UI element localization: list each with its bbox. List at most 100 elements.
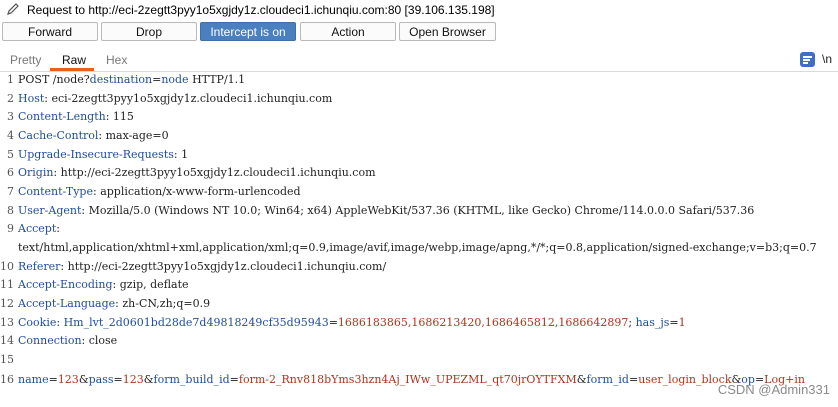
header-key: Accept xyxy=(18,222,57,235)
header-value: : http://eci-2zegtt3pyy1o5xgjdy1z.cloude… xyxy=(60,260,387,273)
editor-line: 8 User-Agent: Mozilla/5.0 (Windows NT 10… xyxy=(0,203,838,220)
pencil-icon xyxy=(7,3,19,15)
equals: = xyxy=(328,316,338,329)
header-value: : http://eci-2zegtt3pyy1o5xgjdy1z.cloude… xyxy=(53,166,376,179)
action-button[interactable]: Action xyxy=(300,22,396,41)
editor-line: 15 xyxy=(0,352,838,369)
line-number: 7 xyxy=(7,185,14,198)
editor-line: 9 Accept: xyxy=(0,221,838,238)
editor-line: 7 Content-Type: application/x-www-form-u… xyxy=(0,184,838,201)
editor-line: 13 Cookie: Hm_lvt_2d0601bd28de7d49818249… xyxy=(0,315,838,332)
line-number: 12 xyxy=(0,297,14,310)
body-param-key: name xyxy=(18,373,49,386)
request-method-path: POST /node? xyxy=(18,73,90,86)
editor-line: 16 name=123&pass=123&form_build_id=form-… xyxy=(0,372,838,389)
request-target-title: Request to http://eci-2zegtt3pyy1o5xgjdy… xyxy=(27,3,495,17)
tab-hex[interactable]: Hex xyxy=(106,53,127,67)
header-value: : 1 xyxy=(173,148,189,161)
header-value: text/html,application/xhtml+xml,applicat… xyxy=(18,241,817,254)
body-param-key: pass xyxy=(88,373,114,386)
editor-line: 5 Upgrade-Insecure-Requests: 1 xyxy=(0,147,838,164)
header-key: Connection xyxy=(18,334,82,347)
drop-button[interactable]: Drop xyxy=(101,22,197,41)
cookie-value: 1 xyxy=(678,316,686,329)
header-value: : 115 xyxy=(105,110,134,123)
line-number: 2 xyxy=(7,92,14,105)
line-number: 1 xyxy=(7,73,14,86)
header-value: : close xyxy=(81,334,118,347)
cookie-separator: ; xyxy=(628,316,636,329)
intercept-toggle-button[interactable]: Intercept is on xyxy=(200,22,296,41)
http-version: HTTP/1.1 xyxy=(188,73,246,86)
line-number: 15 xyxy=(0,353,14,366)
editor-line: 14 Connection: close xyxy=(0,333,838,350)
view-tabs: Pretty Raw Hex \n xyxy=(0,49,838,72)
ampersand: & xyxy=(576,373,587,386)
raw-request-editor[interactable]: 1 POST /node?destination=node HTTP/1.1 2… xyxy=(0,72,838,407)
equals: = xyxy=(628,373,639,386)
header-key: User-Agent xyxy=(18,204,82,217)
word-wrap-icon[interactable] xyxy=(800,52,815,67)
editor-line: 3 Content-Length: 115 xyxy=(0,109,838,126)
line-number: 3 xyxy=(7,110,14,123)
line-number: 4 xyxy=(7,129,14,142)
line-number: 16 xyxy=(0,373,14,386)
query-param-value: node xyxy=(161,73,189,86)
equals: = xyxy=(48,373,58,386)
active-tab-indicator xyxy=(50,68,94,71)
header-value: : max-age=0 xyxy=(98,129,169,142)
line-number: 6 xyxy=(7,166,14,179)
body-param-value: 123 xyxy=(57,373,79,386)
header-value: : application/x-www-form-urlencoded xyxy=(93,185,301,198)
tab-pretty[interactable]: Pretty xyxy=(10,53,41,67)
editor-line: 10 Referer: http://eci-2zegtt3pyy1o5xgjd… xyxy=(0,259,838,276)
editor-line: 11 Accept-Encoding: gzip, deflate xyxy=(0,277,838,294)
request-header: Request to http://eci-2zegtt3pyy1o5xgjdy… xyxy=(0,0,838,20)
line-number: 8 xyxy=(7,204,14,217)
editor-line: 2 Host: eci-2zegtt3pyy1o5xgjdy1z.cloudec… xyxy=(0,91,838,108)
header-key: Cookie xyxy=(18,316,57,329)
editor-line: 4 Cache-Control: max-age=0 xyxy=(0,128,838,145)
show-newlines-button[interactable]: \n xyxy=(822,52,832,66)
header-value: : gzip, deflate xyxy=(112,278,189,291)
body-param-key: form_id xyxy=(586,373,629,386)
header-key: Referer xyxy=(18,260,61,273)
watermark: CSDN @Admin331 xyxy=(717,382,830,397)
header-separator: : xyxy=(56,316,64,329)
cookie-value: 1686183865,1686213420,1686465812,1686642… xyxy=(337,316,629,329)
equals: = xyxy=(113,373,123,386)
ampersand: & xyxy=(143,373,154,386)
header-key: Upgrade-Insecure-Requests xyxy=(18,148,174,161)
header-key: Host xyxy=(18,92,45,105)
equals: = xyxy=(152,73,162,86)
header-key: Accept-Encoding xyxy=(18,278,113,291)
line-number: 14 xyxy=(0,334,14,347)
ampersand: & xyxy=(78,373,89,386)
cookie-name: Hm_lvt_2d0601bd28de7d49818249cf35d95943 xyxy=(63,316,329,329)
line-number: 13 xyxy=(0,316,14,329)
header-value: : Mozilla/5.0 (Windows NT 10.0; Win64; x… xyxy=(81,204,755,217)
query-param-key: destination xyxy=(89,73,153,86)
header-key: Accept-Language xyxy=(18,297,116,310)
equals: = xyxy=(229,373,239,386)
intercept-toolbar: Forward Drop Intercept is on Action Open… xyxy=(0,21,838,45)
equals: = xyxy=(669,316,679,329)
header-key: Cache-Control xyxy=(18,129,99,142)
forward-button[interactable]: Forward xyxy=(2,22,98,41)
editor-line: 6 Origin: http://eci-2zegtt3pyy1o5xgjdy1… xyxy=(0,165,838,182)
body-param-value: form-2_Rnv818bYms3hzn4Aj_IWw_UPEZML_qt70… xyxy=(238,373,577,386)
open-browser-button[interactable]: Open Browser xyxy=(399,22,496,41)
header-key: Origin xyxy=(18,166,54,179)
header-key: Content-Length xyxy=(18,110,106,123)
body-param-key: form_build_id xyxy=(153,373,230,386)
tab-raw[interactable]: Raw xyxy=(62,53,86,67)
body-param-value: 123 xyxy=(122,373,144,386)
cookie-name: has_js xyxy=(635,316,670,329)
header-value: : zh-CN,zh;q=0.9 xyxy=(115,297,211,310)
line-number: 5 xyxy=(7,148,14,161)
line-number: 11 xyxy=(0,278,14,291)
header-value: : eci-2zegtt3pyy1o5xgjdy1z.cloudeci1.ich… xyxy=(44,92,333,105)
editor-line: 1 POST /node?destination=node HTTP/1.1 xyxy=(0,72,838,89)
line-number: 9 xyxy=(7,222,14,235)
header-key: Content-Type xyxy=(18,185,93,198)
